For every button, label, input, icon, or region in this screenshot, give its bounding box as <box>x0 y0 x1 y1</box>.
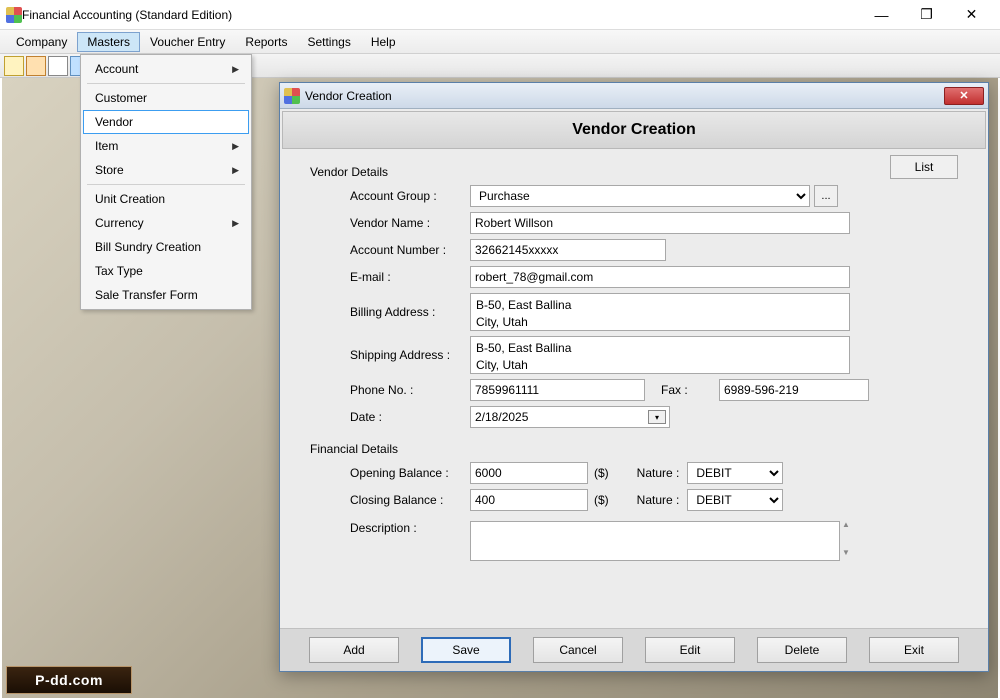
description-input[interactable] <box>470 521 840 561</box>
menu-settings[interactable]: Settings <box>297 32 360 52</box>
list-button[interactable]: List <box>890 155 958 179</box>
shipping-address-input[interactable]: B-50, East Ballina City, Utah <box>470 336 850 374</box>
closing-nature-select[interactable]: DEBIT <box>687 489 783 511</box>
dropdown-item[interactable]: Item▶ <box>83 134 249 158</box>
dropdown-customer[interactable]: Customer <box>83 86 249 110</box>
chevron-right-icon: ▶ <box>232 218 239 229</box>
opening-balance-input[interactable] <box>470 462 588 484</box>
app-icon <box>6 7 22 23</box>
calendar-dropdown-icon[interactable]: ▾ <box>648 410 666 424</box>
label-date: Date : <box>310 410 470 424</box>
masters-dropdown: Account▶ Customer Vendor Item▶ Store▶ Un… <box>80 54 252 310</box>
account-group-select[interactable]: Purchase <box>470 185 810 207</box>
dropdown-unit-creation[interactable]: Unit Creation <box>83 187 249 211</box>
save-button[interactable]: Save <box>421 637 511 663</box>
dialog-title: Vendor Creation <box>305 89 944 103</box>
cancel-button[interactable]: Cancel <box>533 637 623 663</box>
toolbar-grid-icon[interactable] <box>48 56 68 76</box>
fax-input[interactable] <box>719 379 869 401</box>
dropdown-vendor[interactable]: Vendor <box>83 110 249 134</box>
email-input[interactable] <box>470 266 850 288</box>
dialog-titlebar: Vendor Creation ✕ <box>280 83 988 109</box>
dialog-close-button[interactable]: ✕ <box>944 87 984 105</box>
exit-button[interactable]: Exit <box>869 637 959 663</box>
label-closing-balance: Closing Balance : <box>310 493 470 507</box>
dropdown-tax-type[interactable]: Tax Type <box>83 259 249 283</box>
menu-help[interactable]: Help <box>361 32 406 52</box>
dialog-icon <box>284 88 300 104</box>
window-title: Financial Accounting (Standard Edition) <box>22 8 859 22</box>
opening-nature-select[interactable]: DEBIT <box>687 462 783 484</box>
label-account-group: Account Group : <box>310 189 470 203</box>
chevron-right-icon: ▶ <box>232 141 239 152</box>
dialog-button-bar: Add Save Cancel Edit Delete Exit <box>280 628 988 671</box>
toolbar-new-icon[interactable] <box>4 56 24 76</box>
currency-suffix: ($) <box>594 466 609 480</box>
dialog-header: Vendor Creation <box>282 111 986 149</box>
menu-reports[interactable]: Reports <box>235 32 297 52</box>
dropdown-separator <box>87 184 245 185</box>
vendor-creation-dialog: Vendor Creation ✕ Vendor Creation List V… <box>279 82 989 672</box>
dropdown-currency[interactable]: Currency▶ <box>83 211 249 235</box>
section-financial-details: Financial Details <box>310 442 958 456</box>
label-opening-nature: Nature : <box>637 466 680 480</box>
label-shipping-address: Shipping Address : <box>310 348 470 362</box>
watermark-logo: P-dd.com <box>6 666 132 694</box>
label-opening-balance: Opening Balance : <box>310 466 470 480</box>
dropdown-separator <box>87 83 245 84</box>
vendor-name-input[interactable] <box>470 212 850 234</box>
minimize-button[interactable]: — <box>859 1 904 29</box>
dialog-body: List Vendor Details Account Group : Purc… <box>280 151 988 561</box>
label-billing-address: Billing Address : <box>310 305 470 319</box>
menubar: Company Masters Voucher Entry Reports Se… <box>0 30 1000 54</box>
description-scrollbar[interactable]: ▲▼ <box>842 521 850 557</box>
maximize-button[interactable]: ❐ <box>904 1 949 29</box>
label-fax: Fax : <box>661 383 711 397</box>
account-number-input[interactable] <box>470 239 666 261</box>
menu-voucher-entry[interactable]: Voucher Entry <box>140 32 235 52</box>
label-email: E-mail : <box>310 270 470 284</box>
dropdown-store[interactable]: Store▶ <box>83 158 249 182</box>
closing-balance-input[interactable] <box>470 489 588 511</box>
close-button[interactable]: ✕ <box>949 1 994 29</box>
dropdown-sale-transfer[interactable]: Sale Transfer Form <box>83 283 249 307</box>
label-description: Description : <box>310 521 470 535</box>
window-controls: — ❐ ✕ <box>859 1 994 29</box>
delete-button[interactable]: Delete <box>757 637 847 663</box>
chevron-right-icon: ▶ <box>232 64 239 75</box>
window-titlebar: Financial Accounting (Standard Edition) … <box>0 0 1000 30</box>
date-input[interactable] <box>470 406 670 428</box>
add-button[interactable]: Add <box>309 637 399 663</box>
edit-button[interactable]: Edit <box>645 637 735 663</box>
menu-masters[interactable]: Masters <box>77 32 140 52</box>
currency-suffix: ($) <box>594 493 609 507</box>
label-closing-nature: Nature : <box>637 493 680 507</box>
phone-input[interactable] <box>470 379 645 401</box>
menu-company[interactable]: Company <box>6 32 77 52</box>
label-phone: Phone No. : <box>310 383 470 397</box>
label-vendor-name: Vendor Name : <box>310 216 470 230</box>
chevron-right-icon: ▶ <box>232 165 239 176</box>
account-group-browse-button[interactable]: ... <box>814 185 838 207</box>
dropdown-account[interactable]: Account▶ <box>83 57 249 81</box>
label-account-number: Account Number : <box>310 243 470 257</box>
toolbar-edit-icon[interactable] <box>26 56 46 76</box>
section-vendor-details: Vendor Details <box>310 165 958 179</box>
dropdown-bill-sundry[interactable]: Bill Sundry Creation <box>83 235 249 259</box>
billing-address-input[interactable]: B-50, East Ballina City, Utah <box>470 293 850 331</box>
